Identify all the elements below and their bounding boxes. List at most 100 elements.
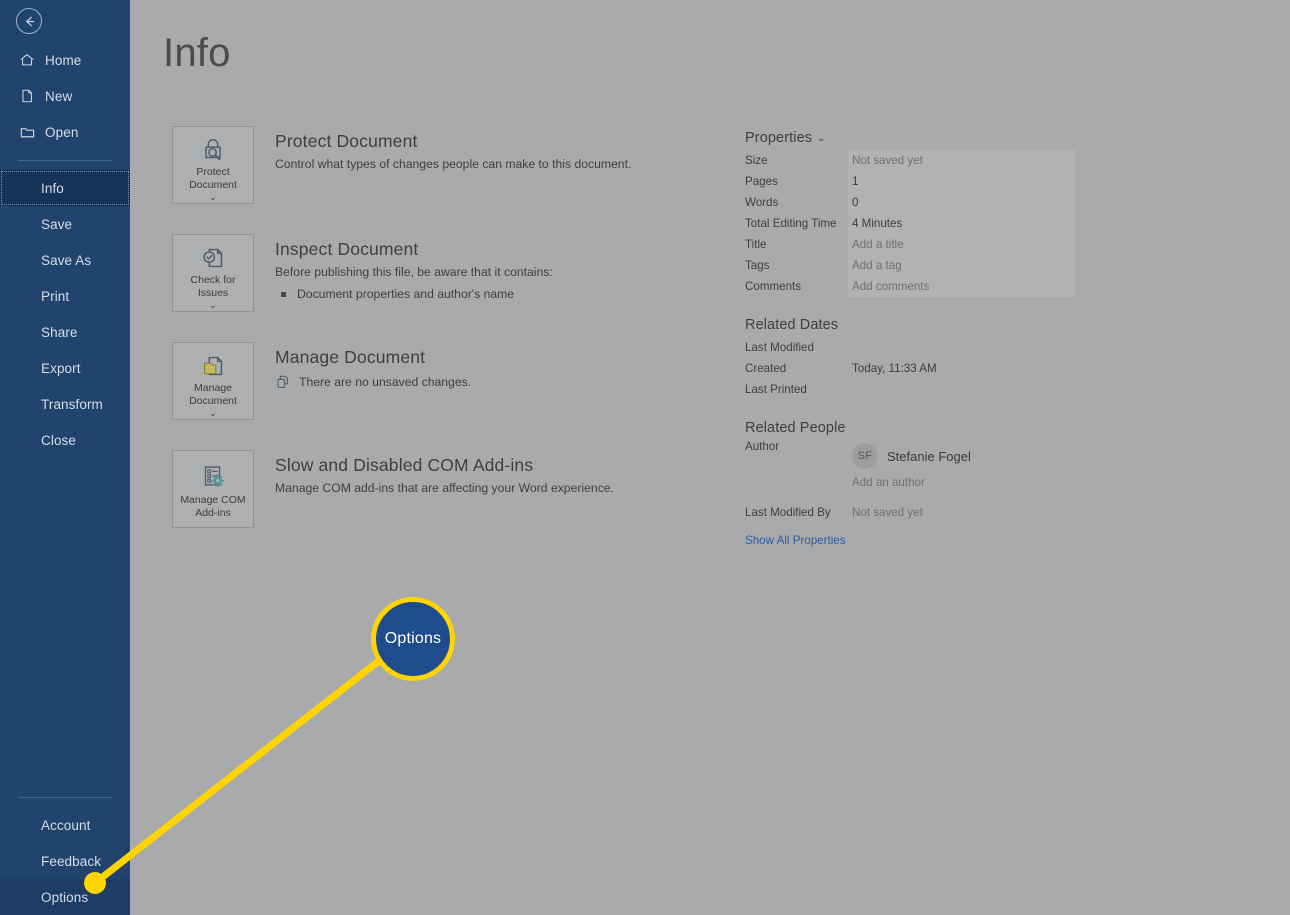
- property-label: Created: [745, 358, 848, 379]
- property-value: Not saved yet: [848, 502, 1075, 523]
- sidebar-divider-top: [18, 160, 112, 161]
- chevron-down-icon: ⌄: [209, 408, 217, 419]
- card-description: Control what types of changes people can…: [275, 155, 752, 173]
- properties-heading[interactable]: Properties ⌄: [745, 130, 1075, 146]
- card-body: Protect Document Control what types of c…: [275, 126, 752, 173]
- property-label: Comments: [745, 276, 848, 297]
- lock-magnifier-icon: [198, 135, 228, 165]
- property-row-words: Words 0: [745, 192, 1075, 213]
- sidebar-item-save[interactable]: Save: [0, 206, 130, 242]
- sidebar-item-info[interactable]: Info: [0, 170, 130, 206]
- sidebar-item-options[interactable]: Options: [0, 879, 130, 915]
- card-description: Before publishing this file, be aware th…: [275, 263, 752, 281]
- protect-document-label: Protect Document: [189, 166, 237, 192]
- protect-document-button[interactable]: Protect Document ⌄: [172, 126, 254, 204]
- sidebar-item-label: New: [45, 89, 72, 104]
- related-date-row-last-modified: Last Modified: [745, 337, 1075, 358]
- property-value: [848, 337, 1075, 358]
- card-body: Slow and Disabled COM Add-ins Manage COM…: [275, 450, 752, 497]
- property-label: Pages: [745, 171, 848, 192]
- sidebar-item-feedback[interactable]: Feedback: [0, 843, 130, 879]
- sidebar-item-label: Print: [41, 289, 69, 304]
- related-date-row-last-printed: Last Printed: [745, 379, 1075, 400]
- spacer: [745, 297, 1075, 317]
- related-people-heading: Related People: [745, 420, 1075, 436]
- property-value[interactable]: 4 Minutes: [848, 213, 1075, 234]
- sidebar-item-label: Share: [41, 325, 78, 340]
- property-label: Last Modified By: [745, 502, 848, 523]
- card-com-addins: Manage COM Add-ins Slow and Disabled COM…: [172, 450, 752, 558]
- manage-document-label: Manage Document: [189, 382, 237, 408]
- chevron-down-icon: ⌄: [817, 133, 825, 144]
- show-all-properties-link[interactable]: Show All Properties: [745, 534, 1075, 547]
- sidebar-item-open[interactable]: Open: [0, 114, 130, 150]
- card-manage-document: Manage Document ⌄ Manage Document There …: [172, 342, 752, 450]
- card-heading: Slow and Disabled COM Add-ins: [275, 454, 752, 476]
- sidebar-item-label: Account: [41, 818, 90, 833]
- manage-com-addins-label: Manage COM Add-ins: [180, 494, 245, 520]
- property-row-title: Title Add a title: [745, 234, 1075, 255]
- card-bullet-list: Document properties and author's name: [275, 285, 752, 303]
- property-value: [848, 379, 1075, 400]
- sidebar-item-transform[interactable]: Transform: [0, 386, 130, 422]
- property-value[interactable]: 1: [848, 171, 1075, 192]
- sidebar-item-label: Save: [41, 217, 72, 232]
- document-check-icon: [198, 243, 228, 273]
- open-folder-icon: [18, 123, 36, 141]
- sidebar-item-new[interactable]: New: [0, 78, 130, 114]
- spacer: [745, 400, 1075, 420]
- property-row-size: Size Not saved yet: [745, 150, 1075, 171]
- sidebar-item-share[interactable]: Share: [0, 314, 130, 350]
- author-name: Stefanie Fogel: [887, 449, 971, 464]
- author-block: SF Stefanie Fogel Add an author: [848, 440, 1075, 494]
- sidebar-item-export[interactable]: Export: [0, 350, 130, 386]
- author-chip[interactable]: SF Stefanie Fogel: [852, 440, 1075, 472]
- property-label: Last Printed: [745, 379, 848, 400]
- backstage-view: Home New Open: [0, 0, 1290, 915]
- card-heading: Inspect Document: [275, 238, 752, 260]
- document-folder-icon: [198, 351, 228, 381]
- info-pane: Info Protect Document ⌄: [130, 0, 1290, 915]
- sidebar-item-print[interactable]: Print: [0, 278, 130, 314]
- manage-document-button[interactable]: Manage Document ⌄: [172, 342, 254, 420]
- chevron-down-icon: ⌄: [209, 300, 217, 311]
- page-title: Info: [163, 29, 231, 77]
- sidebar-item-label: Export: [41, 361, 81, 376]
- card-note: There are no unsaved changes.: [275, 374, 752, 390]
- sidebar-item-home[interactable]: Home: [0, 42, 130, 78]
- sidebar-item-save-as[interactable]: Save As: [0, 242, 130, 278]
- sidebar-item-label: Home: [45, 53, 81, 68]
- versions-icon: [275, 374, 291, 390]
- related-dates-heading: Related Dates: [745, 317, 1075, 333]
- sidebar-item-label: Save As: [41, 253, 91, 268]
- property-label: Tags: [745, 255, 848, 276]
- home-icon: [18, 51, 36, 69]
- sidebar-divider-bottom: [18, 797, 112, 798]
- sidebar-item-label: Transform: [41, 397, 103, 412]
- property-row-comments: Comments Add comments: [745, 276, 1075, 297]
- property-value[interactable]: Add a tag: [848, 255, 1075, 276]
- property-value[interactable]: Not saved yet: [848, 150, 1075, 171]
- card-body: Inspect Document Before publishing this …: [275, 234, 752, 303]
- sidebar-item-account[interactable]: Account: [0, 807, 130, 843]
- property-value[interactable]: Add a title: [848, 234, 1075, 255]
- property-row-pages: Pages 1: [745, 171, 1075, 192]
- manage-com-addins-button[interactable]: Manage COM Add-ins: [172, 450, 254, 528]
- sidebar-bottom-group: Account Feedback Options: [0, 787, 130, 915]
- add-author-input[interactable]: Add an author: [852, 472, 1075, 494]
- property-value[interactable]: 0: [848, 192, 1075, 213]
- property-row-total-editing-time: Total Editing Time 4 Minutes: [745, 213, 1075, 234]
- new-document-icon: [18, 87, 36, 105]
- property-label: Total Editing Time: [745, 213, 848, 234]
- sidebar-top-group: Home New Open: [0, 0, 130, 458]
- sidebar-item-close[interactable]: Close: [0, 422, 130, 458]
- check-for-issues-button[interactable]: Check for Issues ⌄: [172, 234, 254, 312]
- card-bullet-item: Document properties and author's name: [275, 285, 752, 303]
- last-modified-by-row: Last Modified By Not saved yet: [745, 502, 1075, 523]
- back-arrow-icon[interactable]: [16, 8, 42, 34]
- property-value[interactable]: Add comments: [848, 276, 1075, 297]
- card-inspect-document: Check for Issues ⌄ Inspect Document Befo…: [172, 234, 752, 342]
- property-row-tags: Tags Add a tag: [745, 255, 1075, 276]
- property-value: Today, 11:33 AM: [848, 358, 1075, 379]
- card-heading: Protect Document: [275, 130, 752, 152]
